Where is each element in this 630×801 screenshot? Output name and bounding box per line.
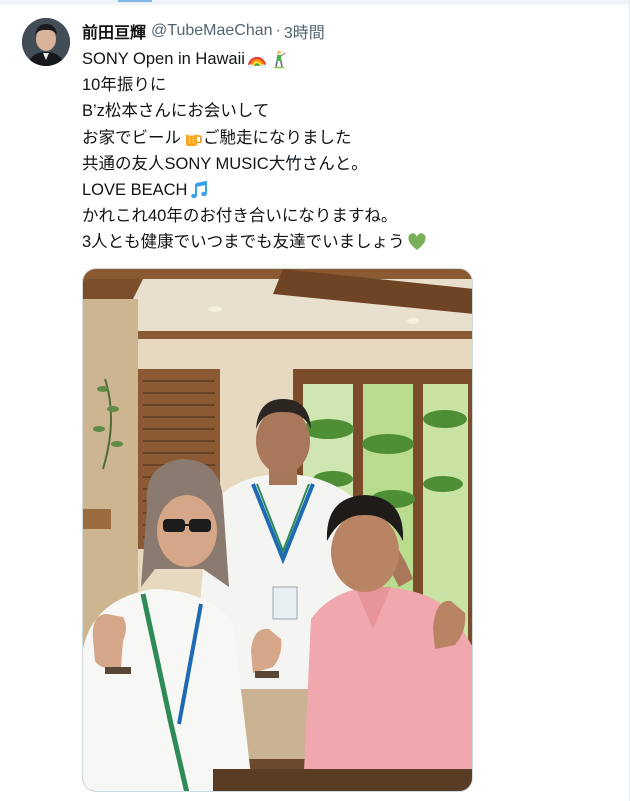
tweet-line-text: お家でビール (82, 128, 181, 147)
avatar[interactable] (22, 18, 70, 66)
tweet-line: 3人とも健康でいつまでも友達でいましょう (82, 229, 602, 255)
photo-three-men (83, 269, 472, 791)
tweet-line: SONY Open in Hawaii (82, 46, 602, 72)
tweet-header: 前田亘輝 @TubeMaeChan · 3時間 (82, 19, 325, 43)
green-heart-icon (408, 233, 426, 251)
display-name[interactable]: 前田亘輝 (82, 19, 146, 43)
avatar-image (22, 18, 70, 66)
tweet-line-text: かれこれ40年のお付き合いになりますね。 (82, 207, 398, 226)
musical-notes-icon (191, 180, 208, 199)
tweet-line-text: ご馳走になりました (203, 128, 352, 147)
tweet-line: お家でビール ご馳走になりました (82, 125, 602, 151)
user-handle[interactable]: @TubeMaeChan (151, 22, 273, 40)
tweet-line: かれこれ40年のお付き合いになりますね。 (82, 203, 602, 229)
tweet-line-text: SONY Open in Hawaii (82, 50, 245, 68)
tweet-page: 前田亘輝 @TubeMaeChan · 3時間 SONY Open in Haw… (0, 0, 630, 801)
tweet-line-text: B’z松本さんにお会いして (82, 102, 270, 121)
beer-mug-icon (185, 129, 202, 146)
rainbow-icon (247, 57, 267, 69)
timestamp[interactable]: 3時間 (284, 19, 325, 43)
tweet-line-text: LOVE BEACH (82, 180, 188, 199)
tweet-line: 共通の友人SONY MUSIC大竹さんと。 (82, 151, 602, 177)
tweet-photo[interactable] (82, 268, 473, 792)
tweet-line-text: 3人とも健康でいつまでも友達でいましょう (82, 233, 405, 252)
tweet-line-text: 10年振りに (82, 76, 167, 95)
golfer-icon (272, 50, 286, 69)
tweet-line-text: 共通の友人SONY MUSIC大竹さんと。 (82, 154, 368, 173)
tweet-text: SONY Open in Hawaii 10年振りに B’z松本さんにお会いして (82, 46, 602, 256)
tweet-line: B’z松本さんにお会いして (82, 98, 602, 124)
tweet-line: 10年振りに (82, 72, 602, 98)
top-accent-line (118, 0, 152, 2)
tweet-line: LOVE BEACH (82, 177, 602, 203)
top-bar (0, 0, 630, 5)
separator-dot: · (275, 22, 281, 39)
